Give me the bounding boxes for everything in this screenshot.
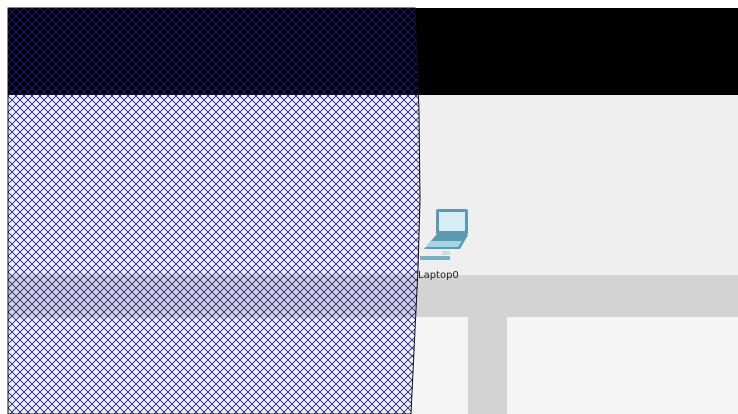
device-label: Laptop0 <box>418 270 459 281</box>
laptop-icon <box>420 209 468 260</box>
device-laptop0[interactable]: Laptop0 <box>412 205 482 285</box>
logical-workspace-canvas[interactable]: Laptop0 <box>0 0 738 414</box>
selection-hatch-overlay <box>7 7 421 414</box>
